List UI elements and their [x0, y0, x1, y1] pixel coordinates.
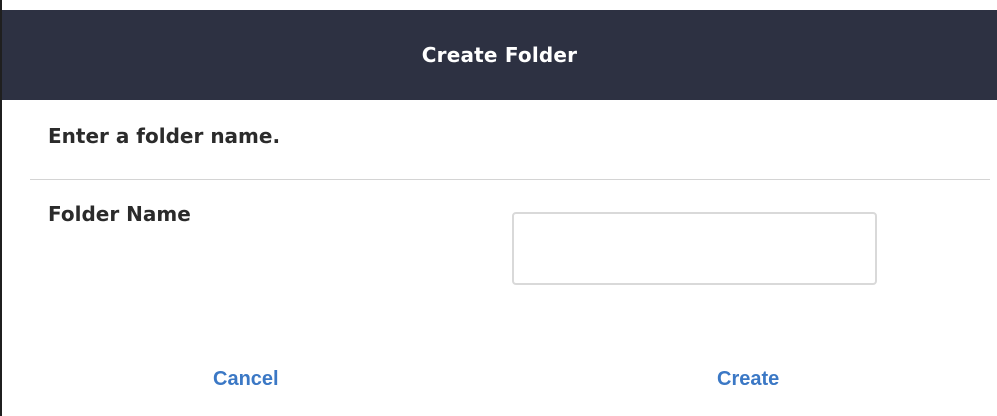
folder-name-label: Folder Name — [48, 202, 191, 226]
create-folder-dialog: Create Folder Enter a folder name. Folde… — [0, 0, 997, 416]
create-button[interactable]: Create — [717, 368, 779, 391]
dialog-titlebar: Create Folder — [2, 10, 997, 100]
folder-name-input[interactable] — [512, 212, 877, 285]
divider — [30, 179, 990, 180]
instruction-text: Enter a folder name. — [48, 124, 281, 148]
dialog-title: Create Folder — [421, 43, 578, 67]
cancel-button[interactable]: Cancel — [213, 368, 279, 391]
